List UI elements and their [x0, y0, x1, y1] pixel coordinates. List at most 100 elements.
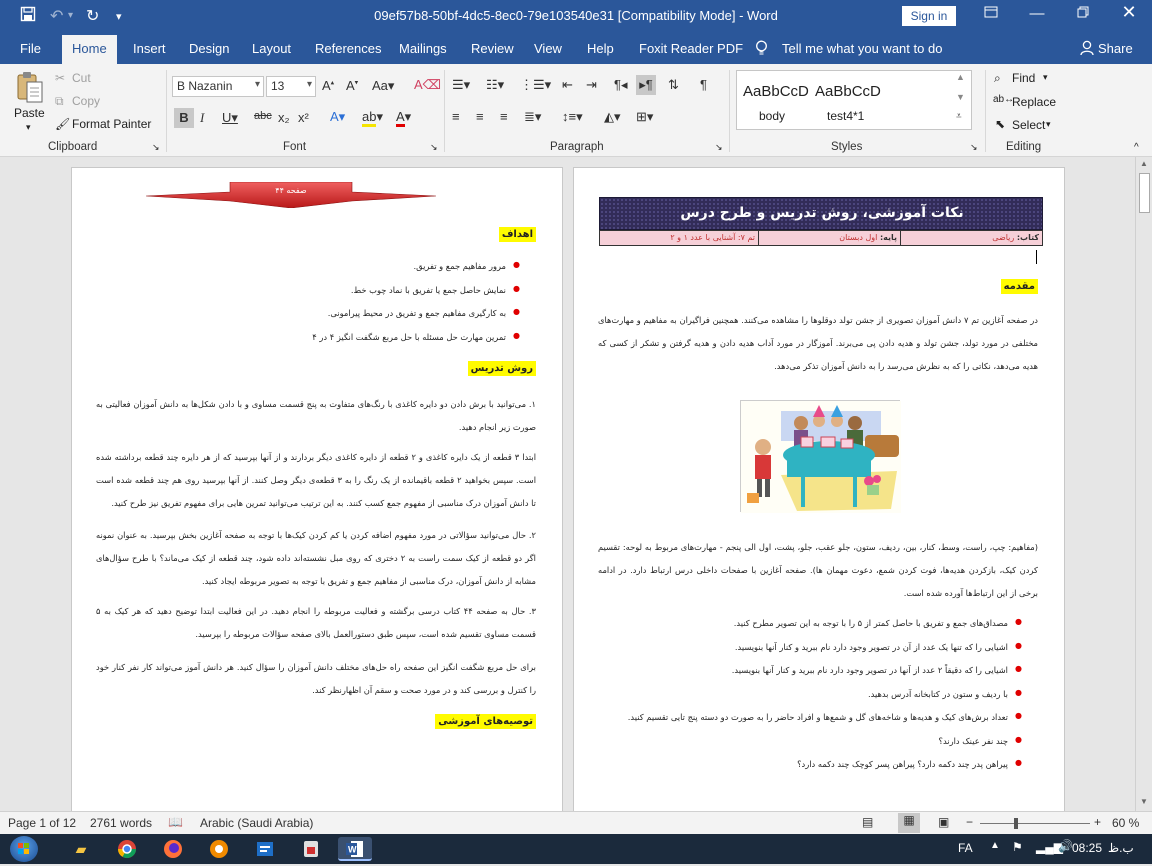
format-painter-button[interactable]: Format Painter — [72, 117, 151, 131]
font-launcher-icon[interactable]: ↘ — [430, 142, 438, 153]
flag-icon[interactable]: ⚑ — [1012, 840, 1023, 854]
input-language[interactable]: FA — [958, 841, 973, 855]
scrollbar-thumb[interactable] — [1139, 173, 1150, 213]
font-color-icon[interactable]: A▾ — [396, 109, 411, 127]
minimize-icon[interactable]: — — [1022, 5, 1052, 22]
italic-icon[interactable]: I — [200, 110, 204, 126]
restore-icon[interactable] — [1068, 5, 1098, 22]
underline-icon[interactable]: U▾ — [222, 110, 238, 126]
replace-icon[interactable]: ab↔ — [993, 94, 1014, 105]
format-painter-icon[interactable]: 🖌 — [55, 117, 70, 131]
tab-review[interactable]: Review — [471, 41, 514, 56]
file-explorer-icon[interactable]: ▰ — [64, 837, 98, 861]
volume-icon[interactable]: 🔊 — [1058, 839, 1073, 853]
replace-button[interactable]: Replace — [1012, 95, 1056, 109]
shrink-font-icon[interactable]: A▾ — [346, 78, 358, 93]
read-mode-icon[interactable]: ▤ — [862, 815, 873, 829]
zoom-slider-thumb[interactable] — [1014, 818, 1018, 829]
app-icon[interactable] — [202, 837, 236, 861]
styles-more-icon[interactable]: ⩡ — [956, 111, 962, 122]
customize-toolbar-icon[interactable]: ▾ — [116, 10, 122, 23]
share-button[interactable]: Share — [1098, 41, 1133, 56]
tell-me-search[interactable]: Tell me what you want to do — [782, 41, 942, 56]
page-count[interactable]: Page 1 of 12 — [8, 816, 76, 830]
word-count[interactable]: 2761 words — [90, 816, 152, 830]
user-icon[interactable] — [1080, 40, 1094, 59]
align-left-icon[interactable]: ≡ — [500, 109, 508, 124]
chrome-icon[interactable] — [110, 837, 144, 861]
tab-file[interactable]: File — [20, 41, 41, 56]
tab-view[interactable]: View — [534, 41, 562, 56]
tab-layout[interactable]: Layout — [252, 41, 291, 56]
select-button[interactable]: Select — [1012, 118, 1045, 132]
clear-formatting-icon[interactable]: A⌫ — [414, 77, 441, 93]
tab-references[interactable]: References — [315, 41, 381, 56]
undo-icon[interactable]: ↶ — [50, 6, 63, 26]
ltr-icon[interactable]: ¶◂ — [614, 77, 628, 93]
justify-icon[interactable]: ≣▾ — [524, 109, 541, 125]
copy-button[interactable]: Copy — [72, 94, 100, 108]
select-icon[interactable]: ⬉ — [995, 117, 1005, 131]
bold-icon[interactable]: B — [174, 108, 194, 128]
style-body-preview[interactable]: AaBbCcD — [743, 83, 809, 100]
grow-font-icon[interactable]: A▴ — [322, 78, 334, 93]
tab-mailings[interactable]: Mailings — [399, 41, 447, 56]
style-body-name[interactable]: body — [759, 109, 785, 123]
strikethrough-icon[interactable]: abc — [254, 110, 272, 122]
zoom-out-icon[interactable]: − — [966, 815, 973, 829]
find-button[interactable]: Find — [1012, 71, 1035, 85]
app-icon[interactable] — [294, 837, 328, 861]
paste-icon[interactable] — [16, 70, 44, 104]
start-button[interactable] — [10, 836, 38, 862]
paste-button[interactable]: Paste — [14, 106, 45, 120]
sort-icon[interactable]: ⇅ — [668, 77, 679, 93]
change-case-icon[interactable]: Aa▾ — [372, 78, 394, 94]
save-icon[interactable] — [20, 6, 36, 27]
tray-arrow-icon[interactable]: ▲ — [990, 840, 1000, 851]
show-formatting-icon[interactable]: ¶ — [700, 77, 707, 92]
multilevel-list-icon[interactable]: ⋮☰▾ — [520, 77, 551, 93]
style-test-name[interactable]: test4*1 — [827, 109, 864, 123]
language-indicator[interactable]: Arabic (Saudi Arabia) — [200, 816, 313, 830]
clock-time[interactable]: 08:25 — [1072, 841, 1102, 855]
web-layout-icon[interactable]: ▣ — [938, 815, 949, 829]
numbering-icon[interactable]: ☷▾ — [486, 77, 504, 93]
word-taskbar-icon[interactable]: W — [338, 837, 372, 861]
cut-icon[interactable]: ✂ — [55, 71, 65, 85]
tab-help[interactable]: Help — [587, 41, 614, 56]
styles-scroll-down-icon[interactable]: ▼ — [956, 92, 965, 102]
clipboard-launcher-icon[interactable]: ↘ — [152, 142, 160, 153]
borders-icon[interactable]: ⊞▾ — [636, 109, 653, 125]
bullets-icon[interactable]: ☰▾ — [452, 77, 470, 93]
increase-indent-icon[interactable]: ⇥ — [586, 77, 597, 93]
undo-dropdown-icon[interactable]: ▾ — [68, 10, 73, 21]
zoom-slider[interactable] — [980, 823, 1090, 824]
paste-dropdown-icon[interactable]: ▾ — [26, 122, 31, 133]
style-test-preview[interactable]: AaBbCcD — [815, 83, 881, 100]
collapse-ribbon-icon[interactable]: ^ — [1134, 142, 1139, 153]
proofing-icon[interactable]: 📖 — [168, 815, 183, 829]
scroll-down-icon[interactable]: ▼ — [1140, 797, 1148, 806]
zoom-in-icon[interactable]: + — [1094, 815, 1101, 829]
select-dropdown-icon[interactable]: ▾ — [1046, 119, 1051, 130]
find-dropdown-icon[interactable]: ▾ — [1043, 72, 1048, 83]
styles-launcher-icon[interactable]: ↘ — [970, 142, 978, 153]
superscript-icon[interactable]: x² — [298, 110, 309, 125]
paragraph-launcher-icon[interactable]: ↘ — [715, 142, 723, 153]
zoom-level[interactable]: 60 % — [1112, 816, 1139, 830]
center-icon[interactable]: ≡ — [476, 109, 484, 124]
shading-icon[interactable]: ◭▾ — [604, 109, 621, 125]
vertical-scrollbar[interactable]: ▲ ▼ — [1135, 157, 1152, 811]
redo-icon[interactable]: ↻ — [86, 6, 99, 26]
sign-in-button[interactable]: Sign in — [902, 6, 956, 26]
copy-icon[interactable]: ⧉ — [55, 94, 64, 109]
find-icon[interactable]: ⌕ — [994, 71, 1001, 86]
tab-insert[interactable]: Insert — [133, 41, 166, 56]
ribbon-display-icon[interactable] — [976, 5, 1006, 22]
scroll-up-icon[interactable]: ▲ — [1140, 159, 1148, 168]
decrease-indent-icon[interactable]: ⇤ — [562, 77, 573, 93]
firefox-icon[interactable] — [156, 837, 190, 861]
text-effects-icon[interactable]: A▾ — [330, 109, 345, 125]
tab-home[interactable]: Home — [62, 35, 117, 64]
clock-ampm[interactable]: ب.ظ — [1108, 841, 1134, 855]
